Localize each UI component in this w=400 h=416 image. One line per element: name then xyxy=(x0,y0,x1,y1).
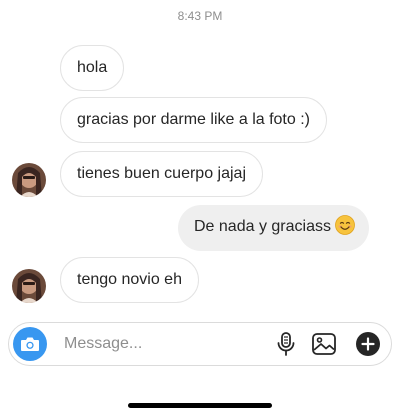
gallery-icon xyxy=(312,333,336,355)
smiling-face-emoji-icon xyxy=(335,215,355,236)
gallery-button[interactable] xyxy=(311,331,337,357)
camera-button[interactable] xyxy=(13,327,47,361)
microphone-icon xyxy=(277,332,295,356)
message-timestamp: 8:43 PM xyxy=(177,9,223,23)
camera-icon xyxy=(21,337,39,351)
message-text: De nada y graciass xyxy=(194,218,331,235)
message-bubble[interactable]: tienes buen cuerpo jajaj xyxy=(60,151,264,197)
message-bubble[interactable]: hola xyxy=(60,45,125,91)
more-options-button[interactable] xyxy=(355,331,381,357)
sender-avatar[interactable] xyxy=(12,269,46,303)
sender-avatar[interactable] xyxy=(12,163,46,197)
plus-icon xyxy=(356,332,380,356)
message-composer xyxy=(8,322,392,366)
message-bubble[interactable]: gracias por darme like a la foto :) xyxy=(60,97,327,143)
message-input[interactable] xyxy=(64,331,264,357)
voice-message-button[interactable] xyxy=(273,331,299,357)
message-bubble-outgoing[interactable]: De nada y graciass xyxy=(178,205,369,251)
home-indicator[interactable] xyxy=(128,403,272,408)
message-bubble[interactable]: tengo novio eh xyxy=(60,257,199,303)
